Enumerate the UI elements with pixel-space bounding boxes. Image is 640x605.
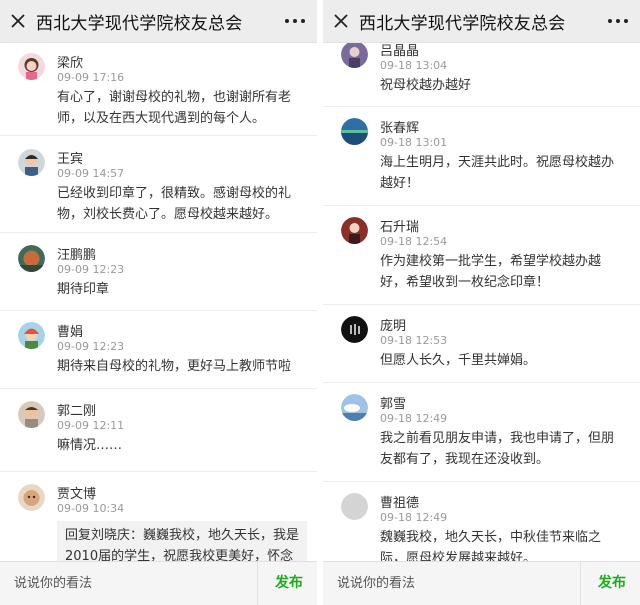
comment-text: 魏巍我校，地久天长，中秋佳节来临之际，愿母校发展越来越好。 — [380, 530, 602, 562]
commenter-name: 梁欣 — [57, 56, 84, 71]
comment-text: 我之前看见朋友申请，我也申请了，但朋友都有了，我现在还没收到。 — [380, 431, 615, 467]
default-avatar-icon[interactable] — [341, 493, 368, 520]
right-comment-page: 吕晶晶 09-18 13:04 祝母校越办越好 张春辉 09-18 13:01 … — [323, 0, 640, 605]
comment-time: 09-09 12:23 — [57, 340, 125, 353]
comment-text: 期待印章 — [57, 282, 110, 297]
boy-avatar-icon[interactable] — [18, 149, 45, 176]
comment-time: 09-09 12:11 — [57, 419, 125, 432]
comment-item: 汪鹏鹏 09-09 12:23 期待印章 — [0, 233, 317, 311]
comment-item: 梁欣 09-09 17:16 有心了，谢谢母校的礼物，也谢谢所有老师，以及在西大… — [0, 43, 317, 136]
commenter-name: 庞明 — [380, 319, 407, 334]
reply-quote: 回复刘晓庆：巍巍我校，地久天长，我是2010届的学生，祝愿我校更美好，怀念曾 — [57, 521, 307, 562]
comment-text: 已经收到印章了，很精致。感谢母校的礼物，刘校长费心了。愿母校越来越好。 — [57, 186, 292, 222]
comment-text: 作为建校第一批学生，希望学校越办越好，希望收到一枚纪念印章！ — [380, 254, 602, 290]
comment-time: 09-18 12:53 — [380, 334, 448, 347]
cartoon-avatar-icon[interactable] — [18, 322, 45, 349]
commenter-name: 王宾 — [57, 152, 84, 167]
purple-avatar-icon[interactable] — [341, 41, 368, 68]
comment-text: 嘛情况…… — [57, 438, 123, 453]
comment-item: 郭雪 09-18 12:49 我之前看见朋友申请，我也申请了，但朋友都有了，我现… — [323, 383, 640, 482]
comment-bar: 说说你的看法 发布 — [0, 561, 317, 605]
comment-text: 但愿人长久，千里共婵娟。 — [380, 353, 537, 368]
commenter-name: 石升瑞 — [380, 220, 420, 235]
comment-text: 有心了，谢谢母校的礼物，也谢谢所有老师，以及在西大现代遇到的每个人。 — [57, 90, 292, 126]
girl-avatar-icon[interactable] — [18, 53, 45, 80]
top-bar: 西北大学现代学院校友总会 — [323, 0, 640, 43]
comment-input[interactable]: 说说你的看法 — [0, 562, 258, 605]
comment-time: 09-18 13:01 — [380, 136, 448, 149]
publish-button[interactable]: 发布 — [275, 562, 303, 605]
close-icon[interactable] — [333, 13, 349, 29]
commenter-name: 郭二刚 — [57, 404, 97, 419]
comment-item: 庞明 09-18 12:53 但愿人长久，千里共婵娟。 — [323, 305, 640, 383]
comment-item: 曹祖德 09-18 12:49 魏巍我校，地久天长，中秋佳节来临之际，愿母校发展… — [323, 482, 640, 562]
comment-time: 09-09 10:34 — [57, 502, 125, 515]
left-comment-page: 西北大学现代学院校友总会 梁欣 09-09 17:16 有心了，谢谢母校的礼物，… — [0, 0, 317, 605]
commenter-name: 汪鹏鹏 — [57, 248, 97, 263]
page-title: 西北大学现代学院校友总会 — [36, 14, 243, 34]
commenter-name: 郭雪 — [380, 397, 407, 412]
page-title: 西北大学现代学院校友总会 — [359, 14, 566, 34]
comment-list[interactable]: 梁欣 09-09 17:16 有心了，谢谢母校的礼物，也谢谢所有老师，以及在西大… — [0, 43, 317, 562]
comment-bar: 说说你的看法 发布 — [323, 561, 640, 605]
more-options-icon[interactable] — [285, 19, 305, 25]
top-bar: 西北大学现代学院校友总会 — [0, 0, 317, 43]
sea-avatar-icon[interactable] — [341, 118, 368, 145]
comment-time: 09-18 13:04 — [380, 59, 448, 72]
commenter-name: 贾文博 — [57, 487, 97, 502]
landscape-avatar-icon[interactable] — [18, 245, 45, 272]
comment-time: 09-18 12:49 — [380, 511, 448, 524]
comment-time: 09-09 14:57 — [57, 167, 125, 180]
more-options-icon[interactable] — [608, 19, 628, 25]
comment-list[interactable]: 吕晶晶 09-18 13:04 祝母校越办越好 张春辉 09-18 13:01 … — [323, 20, 640, 562]
commenter-name: 张春辉 — [380, 121, 420, 136]
comment-time: 09-09 17:16 — [57, 71, 125, 84]
comment-item: 曹娟 09-09 12:23 期待来自母校的礼物，更好马上教师节啦 — [0, 311, 317, 389]
person-avatar-icon[interactable] — [18, 401, 45, 428]
commenter-name: 曹祖德 — [380, 496, 420, 511]
comment-time: 09-09 12:23 — [57, 263, 125, 276]
comment-time: 09-18 12:49 — [380, 412, 448, 425]
comment-item: 石升瑞 09-18 12:54 作为建校第一批学生，希望学校越办越好，希望收到一… — [323, 206, 640, 305]
comment-text: 祝母校越办越好 — [380, 78, 472, 93]
black-avatar-icon[interactable] — [341, 316, 368, 343]
face-avatar-icon[interactable] — [18, 484, 45, 511]
comment-item: 郭二刚 09-09 12:11 嘛情况…… — [0, 389, 317, 472]
publish-button[interactable]: 发布 — [598, 562, 626, 605]
comment-text: 期待来自母校的礼物，更好马上教师节啦 — [57, 359, 292, 374]
comment-item: 贾文博 09-09 10:34 回复刘晓庆：巍巍我校，地久天长，我是2010届的… — [0, 472, 317, 562]
silhouette-avatar-icon[interactable] — [341, 217, 368, 244]
comment-text: 海上生明月，天涯共此时。祝愿母校越办越好！ — [380, 155, 615, 191]
commenter-name: 曹娟 — [57, 325, 84, 340]
comment-input[interactable]: 说说你的看法 — [323, 562, 581, 605]
comment-item: 王宾 09-09 14:57 已经收到印章了，很精致。感谢母校的礼物，刘校长费心… — [0, 136, 317, 233]
sky-avatar-icon[interactable] — [341, 394, 368, 421]
close-icon[interactable] — [10, 13, 26, 29]
comment-time: 09-18 12:54 — [380, 235, 448, 248]
comment-item: 张春辉 09-18 13:01 海上生明月，天涯共此时。祝愿母校越办越好！ — [323, 107, 640, 206]
